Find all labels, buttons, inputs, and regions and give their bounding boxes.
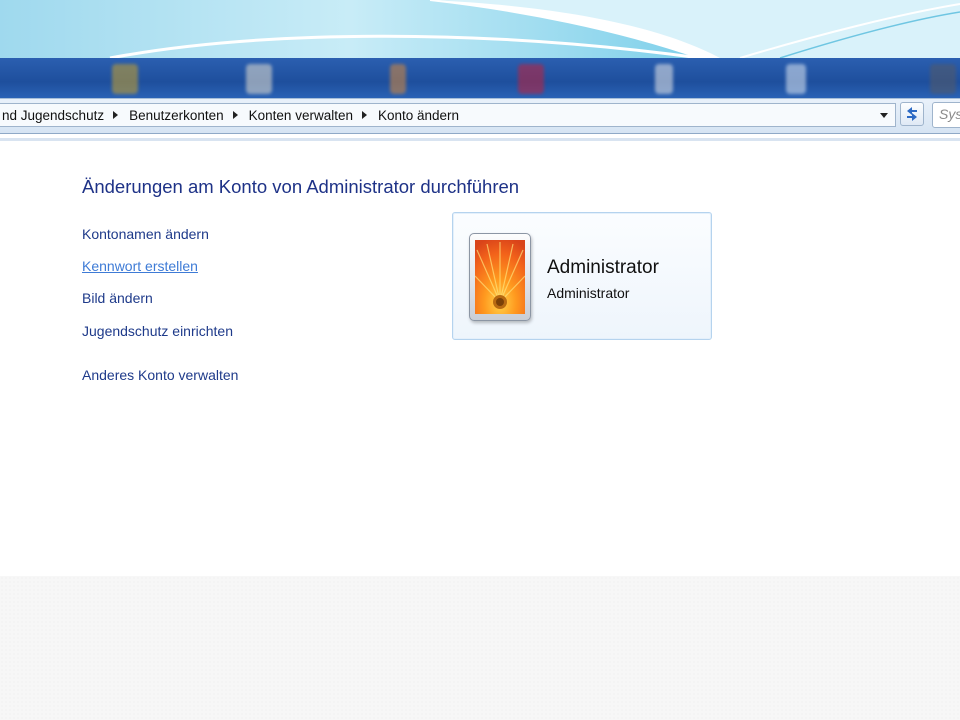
taskbar-app-icon[interactable] [786,64,806,94]
taskbar [0,58,960,98]
breadcrumb-arrow-icon[interactable] [232,111,238,120]
breadcrumb-item-benutzerkonten[interactable]: Benutzerkonten [127,108,226,123]
breadcrumb-arrow-icon[interactable] [361,111,367,120]
page-title: Änderungen am Konto von Administrator du… [82,176,520,197]
account-tile: Administrator Administrator [452,212,712,340]
task-link-manage-other-account[interactable]: Anderes Konto verwalten [82,367,238,383]
account-type: Administrator [547,285,630,301]
address-bar: nd Jugendschutz Benutzerkonten Konten verw… [0,98,960,134]
task-link-create-password[interactable]: Kennwort erstellen [82,258,198,274]
background-texture [0,576,960,720]
breadcrumb: nd Jugendschutz Benutzerkonten Konten verw… [0,107,461,123]
taskbar-app-icon[interactable] [112,64,138,94]
slide: nd Jugendschutz Benutzerkonten Konten verw… [0,0,960,720]
avatar [469,233,531,321]
task-link-change-picture[interactable]: Bild ändern [82,290,153,306]
breadcrumb-item-konten-verwalten[interactable]: Konten verwalten [247,108,355,123]
breadcrumb-item-jugendschutz[interactable]: nd Jugendschutz [0,108,106,123]
chevron-down-icon[interactable] [880,113,888,118]
decorative-swoosh [0,0,960,60]
refresh-button[interactable] [900,102,924,126]
divider [0,138,960,141]
address-field[interactable]: nd Jugendschutz Benutzerkonten Konten verw… [0,103,896,127]
taskbar-app-icon[interactable] [246,64,272,94]
taskbar-app-icon[interactable] [390,64,406,94]
task-link-rename-account[interactable]: Kontonamen ändern [82,226,209,242]
flower-avatar-icon [475,240,525,314]
breadcrumb-item-konto-aendern[interactable]: Konto ändern [376,108,461,123]
taskbar-app-icon[interactable] [655,64,673,94]
search-input[interactable]: Sys [932,102,960,128]
breadcrumb-arrow-icon[interactable] [113,111,119,120]
taskbar-app-icon[interactable] [930,64,956,94]
account-name: Administrator [547,257,659,278]
task-link-parental-controls[interactable]: Jugendschutz einrichten [82,323,233,339]
refresh-icon [907,107,917,121]
taskbar-app-icon[interactable] [518,64,544,94]
